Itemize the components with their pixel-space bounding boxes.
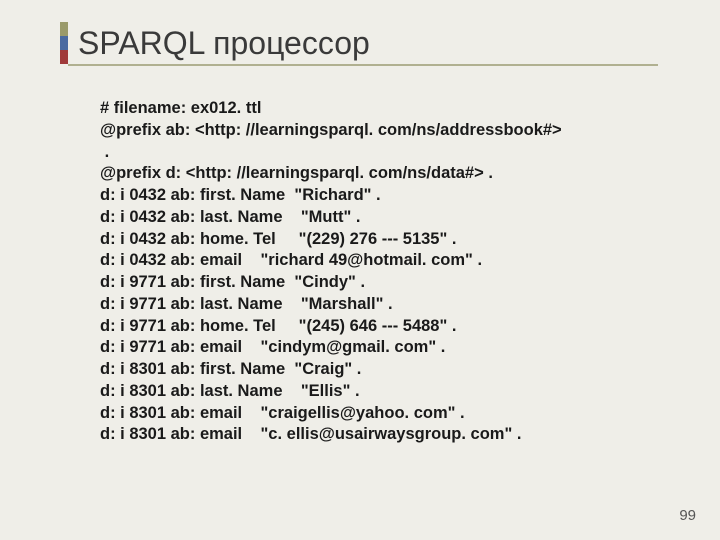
page-number: 99 [679,507,696,524]
slide-title: SPARQL процессор [70,25,370,62]
code-block: # filename: ex012. ttl @prefix ab: <http… [100,98,720,446]
title-wrap: SPARQL процессор [60,22,720,64]
slide: SPARQL процессор # filename: ex012. ttl … [0,0,720,540]
accent-bar [60,22,68,64]
title-underline [68,64,658,66]
